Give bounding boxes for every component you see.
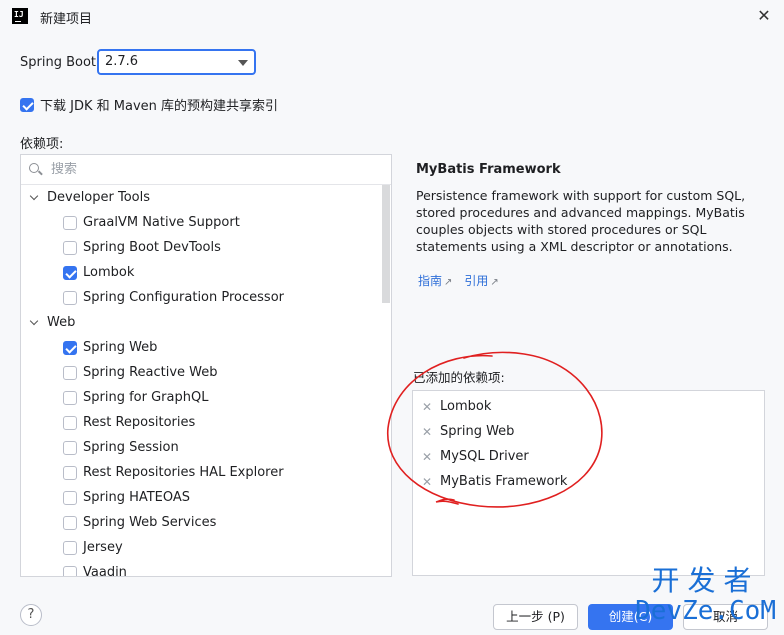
jdk-index-label: 下载 JDK 和 Maven 库的预构建共享索引	[40, 99, 279, 114]
tree-group-label: Web	[47, 315, 76, 330]
dependency-label: Jersey	[83, 540, 123, 555]
dropdown-arrow-icon	[238, 60, 248, 66]
dependency-label: Vaadin	[83, 565, 127, 577]
dependency-item[interactable]: Spring Web	[21, 335, 381, 360]
spring-boot-label: Spring Boot:	[20, 55, 101, 70]
dependency-label: GraalVM Native Support	[83, 215, 240, 230]
added-dependency-label: Spring Web	[440, 424, 515, 439]
previous-button[interactable]: 上一步 (P)	[493, 604, 578, 630]
create-button[interactable]: 创建(C)	[588, 604, 673, 630]
search-icon[interactable]	[29, 162, 45, 177]
dependency-item[interactable]: Jersey	[21, 535, 381, 560]
spring-boot-version-value: 2.7.6	[105, 54, 139, 69]
added-dependency-item: ✕ Lombok	[413, 394, 764, 419]
external-link-icon: ↗	[444, 277, 453, 288]
intellij-logo-icon: IJ	[12, 8, 28, 24]
dependency-item[interactable]: Vaadin	[21, 560, 381, 577]
dependency-item[interactable]: Spring Session	[21, 435, 381, 460]
dependency-checkbox[interactable]	[63, 240, 77, 255]
description-links: 指南 ↗ 引用 ↗	[418, 272, 499, 289]
dependency-checkbox[interactable]	[63, 565, 77, 576]
dependency-label: Rest Repositories	[83, 415, 196, 430]
dependency-list: Developer Tools GraalVM Native Support Spr…	[21, 185, 381, 577]
added-dependencies-label: 已添加的依赖项:	[413, 370, 505, 385]
jdk-index-option[interactable]: 下载 JDK 和 Maven 库的预构建共享索引	[20, 95, 278, 114]
dependency-label: Rest Repositories HAL Explorer	[83, 465, 284, 480]
dependency-label: Spring Session	[83, 440, 179, 455]
added-dependency-label: MyBatis Framework	[440, 474, 568, 489]
dependency-item[interactable]: Spring Boot DevTools	[21, 235, 381, 260]
dependency-checkbox[interactable]	[63, 265, 77, 280]
dependency-checkbox[interactable]	[63, 215, 77, 230]
tree-scrollbar[interactable]	[381, 185, 391, 576]
spring-boot-version-select[interactable]: 2.7.6	[97, 49, 256, 75]
remove-icon[interactable]: ✕	[422, 425, 432, 439]
tree-scroll-thumb[interactable]	[382, 185, 390, 303]
added-dependency-item: ✕ Spring Web	[413, 419, 764, 444]
added-dependencies-list: ✕ Lombok ✕ Spring Web ✕ MySQL Driver ✕ MyBatis …	[412, 390, 765, 576]
dependency-item[interactable]: Rest Repositories HAL Explorer	[21, 460, 381, 485]
dependency-item[interactable]: Spring Configuration Processor	[21, 285, 381, 310]
dependency-search-input[interactable]	[51, 162, 351, 177]
dependency-checkbox[interactable]	[63, 465, 77, 480]
tree-group[interactable]: Web	[21, 310, 381, 335]
description-text: Persistence framework with support for c…	[416, 188, 746, 254]
dependency-label: Spring for GraphQL	[83, 390, 209, 405]
tree-group[interactable]: Developer Tools	[21, 185, 381, 210]
tree-group-label: Developer Tools	[47, 190, 151, 205]
dependency-item[interactable]: Rest Repositories	[21, 410, 381, 435]
dependency-checkbox[interactable]	[63, 390, 77, 405]
dependency-label: Spring Web Services	[83, 515, 217, 530]
added-dependency-item: ✕ MySQL Driver	[413, 444, 764, 469]
dependency-label: Spring Configuration Processor	[83, 290, 284, 305]
dependency-label: Spring Web	[83, 340, 158, 355]
dependencies-label: 依赖项:	[20, 137, 64, 152]
dependency-label: Lombok	[83, 265, 135, 280]
dependency-item[interactable]: Spring Reactive Web	[21, 360, 381, 385]
dependency-label: Spring HATEOAS	[83, 490, 191, 505]
chevron-down-icon[interactable]	[29, 193, 39, 203]
description-title: MyBatis Framework	[416, 162, 561, 177]
dependency-tree: Developer Tools GraalVM Native Support Spr…	[20, 154, 392, 577]
title-bar: IJ 新建项目 ✕	[0, 0, 784, 32]
remove-icon[interactable]: ✕	[422, 450, 432, 464]
remove-icon[interactable]: ✕	[422, 400, 432, 414]
close-icon[interactable]: ✕	[754, 6, 774, 26]
dependency-checkbox[interactable]	[63, 490, 77, 505]
dependency-item[interactable]: Spring for GraphQL	[21, 385, 381, 410]
guide-link[interactable]: 指南 ↗	[418, 272, 452, 289]
dependency-checkbox[interactable]	[63, 515, 77, 530]
dependency-search	[21, 155, 391, 185]
dependency-checkbox[interactable]	[63, 290, 77, 305]
added-dependency-item: ✕ MyBatis Framework	[413, 469, 764, 494]
chevron-down-icon[interactable]	[29, 318, 39, 328]
dependency-item[interactable]: Spring Web Services	[21, 510, 381, 535]
dependency-label: Spring Reactive Web	[83, 365, 218, 380]
dependency-label: Spring Boot DevTools	[83, 240, 221, 255]
external-link-icon: ↗	[490, 277, 499, 288]
dependency-item[interactable]: GraalVM Native Support	[21, 210, 381, 235]
dependency-checkbox[interactable]	[63, 540, 77, 555]
dependency-checkbox[interactable]	[63, 415, 77, 430]
dependency-checkbox[interactable]	[63, 340, 77, 355]
dependency-checkbox[interactable]	[63, 365, 77, 380]
added-dependency-label: Lombok	[440, 399, 492, 414]
dependency-item[interactable]: Spring HATEOAS	[21, 485, 381, 510]
dependency-checkbox[interactable]	[63, 440, 77, 455]
remove-icon[interactable]: ✕	[422, 475, 432, 489]
window-title: 新建项目	[40, 12, 93, 27]
cancel-button[interactable]: 取消	[683, 604, 768, 630]
reference-link[interactable]: 引用 ↗	[464, 272, 498, 289]
jdk-index-checkbox[interactable]	[20, 97, 34, 112]
dependency-item[interactable]: Lombok	[21, 260, 381, 285]
help-button[interactable]: ?	[20, 604, 42, 626]
added-dependency-label: MySQL Driver	[440, 449, 529, 464]
